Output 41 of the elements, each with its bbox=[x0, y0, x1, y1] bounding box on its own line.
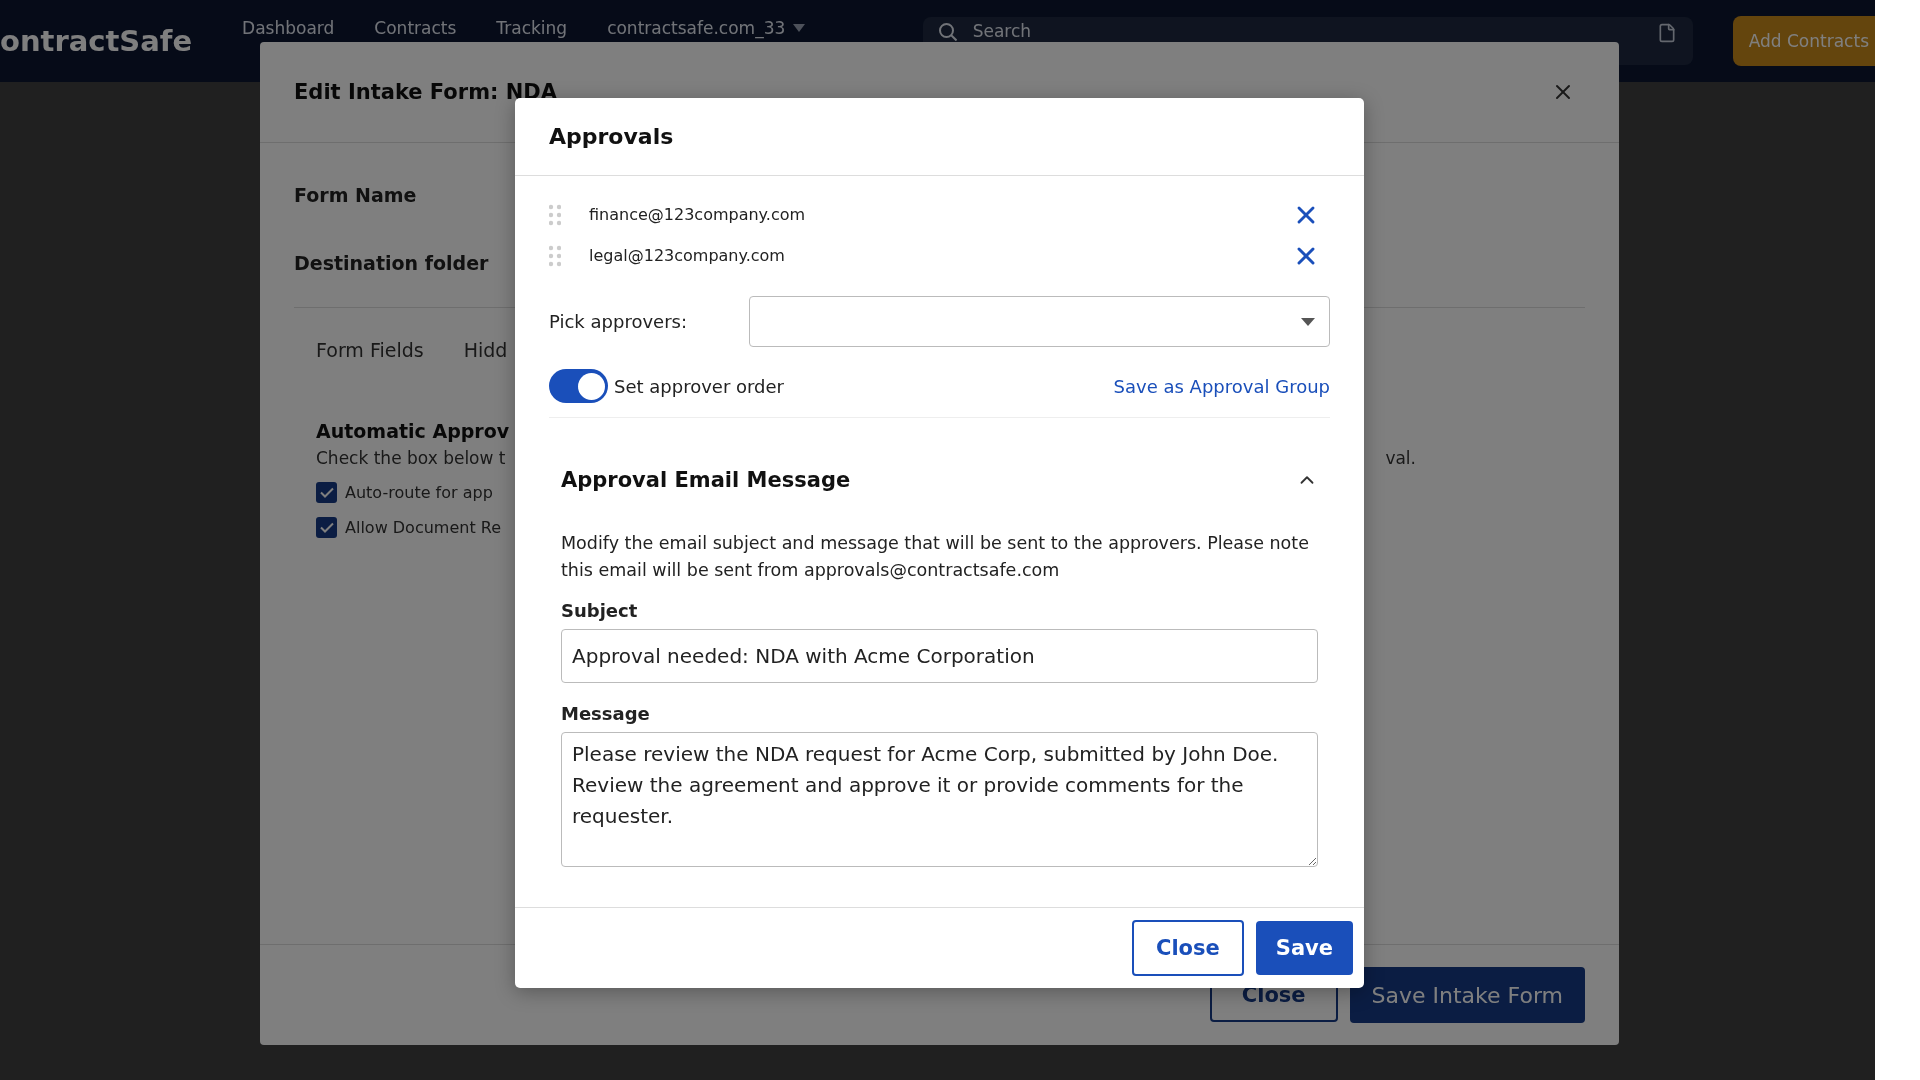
check-icon bbox=[319, 487, 334, 498]
save-button[interactable]: Save bbox=[1255, 921, 1353, 975]
form-tab[interactable]: Hidd bbox=[463, 339, 508, 361]
caret-icon bbox=[793, 24, 806, 32]
subject-field[interactable]: Approval needed: NDA with Acme Corporation bbox=[561, 629, 1318, 683]
check-icon bbox=[319, 522, 334, 533]
toggle-switch[interactable] bbox=[549, 369, 608, 403]
form-tab[interactable]: Form Fields bbox=[316, 339, 424, 361]
field-label: Pick approvers: bbox=[549, 311, 688, 332]
toggle-label: Set approver order bbox=[614, 375, 786, 397]
description-text: Modify the email subject and message that will be sent to the approvers. Please note this email will be sent from approvals@contractsafe.com bbox=[561, 532, 1310, 582]
field-label: Message bbox=[561, 703, 651, 724]
approver-email: legal@123company.com bbox=[589, 246, 786, 265]
dialog-title: Edit Intake Form: NDA bbox=[294, 80, 557, 104]
save-group-link[interactable]: Save as Approval Group bbox=[1113, 375, 1330, 397]
checkbox[interactable] bbox=[316, 482, 337, 503]
field-label: Form Name bbox=[294, 183, 417, 208]
save-intake-form-button[interactable]: Save Intake Form bbox=[1349, 967, 1585, 1023]
close-button[interactable]: Close bbox=[1132, 920, 1244, 976]
section-text: Check the box below t bbox=[316, 448, 506, 468]
drag-handle-icon[interactable] bbox=[549, 203, 561, 226]
field-label: Destination folder bbox=[294, 251, 489, 276]
nav-link[interactable]: Dashboard bbox=[242, 18, 335, 38]
search-icon bbox=[938, 23, 957, 41]
section-title: Automatic Approv bbox=[316, 420, 510, 442]
account-menu[interactable]: contractsafe.com_33 bbox=[607, 18, 806, 38]
drag-handle-icon[interactable] bbox=[549, 244, 561, 267]
field-label: Subject bbox=[561, 600, 639, 621]
message-field[interactable]: Please review the NDA request for Acme Corp, submitted by John Doe. Review the agreement and approve it or provide comments for the requester. bbox=[561, 732, 1318, 867]
app-logo[interactable]: ontractSafe bbox=[0, 24, 193, 58]
section-text: val. bbox=[1385, 448, 1416, 468]
approver-email: finance@123company.com bbox=[589, 205, 807, 224]
caret-icon bbox=[1301, 317, 1315, 326]
nav-link[interactable]: Tracking bbox=[496, 18, 568, 38]
dialog-title: Approvals bbox=[549, 124, 674, 149]
nav-link[interactable]: Contracts bbox=[374, 18, 457, 38]
checkbox-label: Allow Document Re bbox=[345, 518, 501, 537]
section-title: Approval Email Message bbox=[561, 468, 851, 492]
checkbox-label: Auto-route for app bbox=[345, 483, 493, 502]
add-contracts-button[interactable]: Add Contracts bbox=[1732, 16, 1875, 66]
checkbox[interactable] bbox=[316, 517, 337, 538]
